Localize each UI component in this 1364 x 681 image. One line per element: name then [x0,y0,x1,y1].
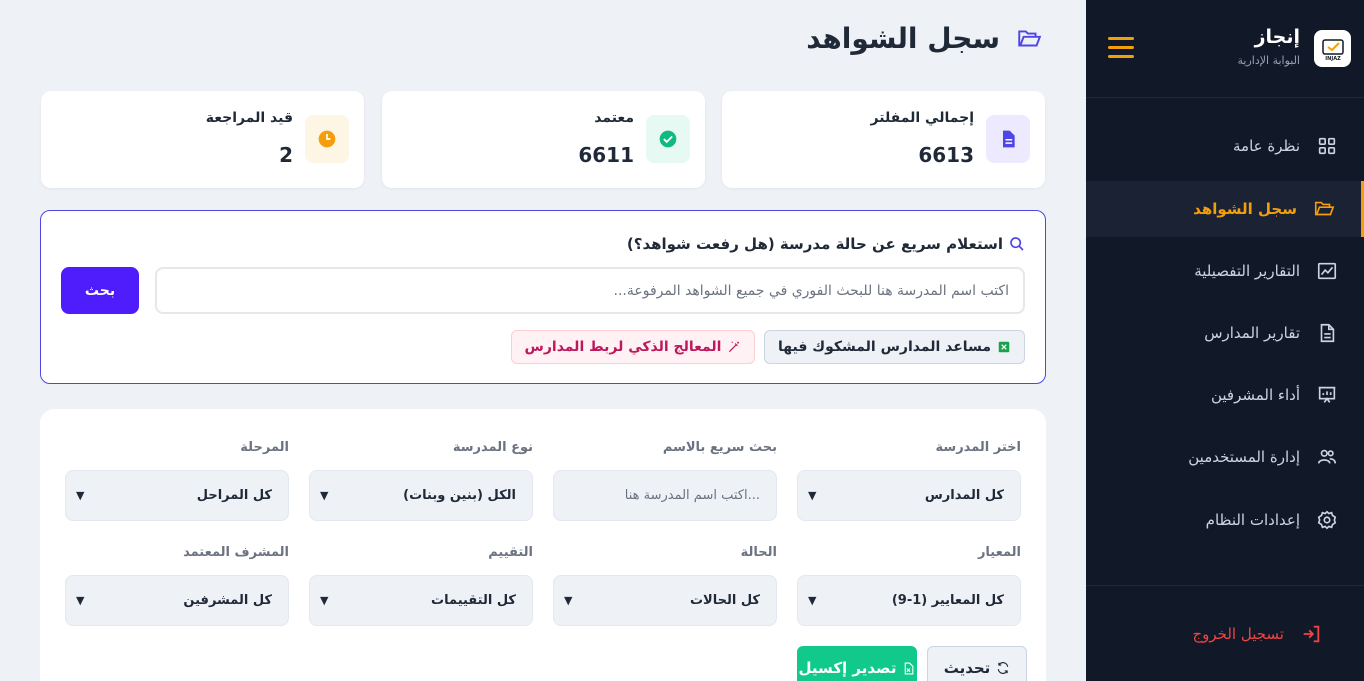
stat-label: قيد المراجعة [205,110,293,126]
gear-icon [1317,510,1337,530]
school-filter-label: اختر المدرسة [935,440,1021,455]
smart-linker-button[interactable]: المعالج الذكي لربط المدارس [511,330,755,364]
refresh-button[interactable]: تحديث [927,646,1027,681]
excel-icon [998,341,1010,353]
select-value: الكل (بنين وبنات) [403,488,516,503]
sidebar-item-school-reports[interactable]: تقارير المدارس [1086,305,1364,361]
school-search-input[interactable] [155,267,1025,314]
quick-query-title-text: استعلام سريع عن حالة مدرسة (هل رفعت شواه… [626,235,1003,253]
logout-button[interactable]: تسجيل الخروج [1086,585,1364,681]
select-value: كل المراحل [196,488,272,503]
school-type-label: نوع المدرسة [452,440,533,455]
chevron-down-icon: ▼ [564,594,573,607]
stat-value: 2 [279,143,293,167]
select-value: كل المعايير (1-9) [891,593,1004,608]
grid-icon [1318,137,1336,155]
svg-text:INJAZ: INJAZ [1325,56,1341,62]
brand: INJAZ إنجاز البوابة الإدارية [1086,0,1364,98]
sidebar-item-users-management[interactable]: إدارة المستخدمين [1086,429,1364,485]
brand-logo: INJAZ [1314,30,1351,67]
sidebar-item-supervisors-performance[interactable]: أداء المشرفين [1086,367,1364,423]
status-label: الحالة [740,545,777,560]
stat-value: 6611 [578,143,634,167]
file-icon [986,115,1030,163]
search-icon [1010,237,1024,251]
sidebar-item-system-settings[interactable]: إعدادات النظام [1086,492,1364,548]
select-value: كل المشرفين [183,593,272,608]
folder-open-icon [1018,29,1042,46]
sidebar-item-detailed-reports[interactable]: التقارير التفصيلية [1086,243,1364,299]
chart-line-icon [1317,262,1337,280]
chip-label: مساعد المدارس المشكوك فيها [778,339,991,355]
menu-toggle-icon[interactable] [1108,37,1136,59]
chevron-down-icon: ▼ [76,594,85,607]
brand-subtitle: البوابة الإدارية [1237,54,1300,67]
select-value: كل التقييمات [431,593,516,608]
brand-title: إنجاز [1254,26,1300,48]
stage-select[interactable]: ▼ كل المراحل [65,470,289,521]
chevron-down-icon: ▼ [320,594,329,607]
logout-icon [1303,625,1320,642]
stat-label: معتمد [594,110,634,126]
chevron-down-icon: ▼ [808,594,817,607]
sidebar-item-label: إعدادات النظام [1205,511,1300,529]
stat-label: إجمالي المفلتر [870,110,974,126]
sidebar-item-label: تقارير المدارس [1204,324,1300,342]
file-text-icon [1320,323,1335,343]
file-excel-icon [905,662,914,674]
sidebar-item-evidence-log[interactable]: سجل الشواهد [1086,181,1364,237]
button-label: تحديث [943,659,991,677]
school-type-select[interactable]: ▼ الكل (بنين وبنات) [309,470,533,521]
select-value: كل الحالات [689,593,760,608]
sidebar-item-overview[interactable]: نظرة عامة [1086,118,1364,174]
magic-wand-icon [729,341,740,353]
chip-label: المعالج الذكي لربط المدارس [524,339,722,355]
button-label: تصدير إكسيل [798,659,897,677]
status-select[interactable]: ▼ كل الحالات [553,575,777,626]
quick-query-panel: استعلام سريع عن حالة مدرسة (هل رفعت شواه… [40,210,1046,384]
criterion-label: المعيار [977,545,1021,560]
criterion-select[interactable]: ▼ كل المعايير (1-9) [797,575,1021,626]
sidebar-item-label: أداء المشرفين [1210,386,1300,404]
page-title: سجل الشواهد [806,22,1044,55]
stat-value: 6613 [918,143,974,167]
logo-icon: INJAZ [1321,38,1344,62]
stat-card-total-filtered: إجمالي المفلتر 6613 [722,91,1045,188]
clock-icon [305,115,349,163]
search-button[interactable]: بحث [61,267,139,314]
quick-query-title: استعلام سريع عن حالة مدرسة (هل رفعت شواه… [627,235,1025,253]
stage-label: المرحلة [240,440,289,455]
name-search-label: بحث سريع بالاسم [662,440,777,455]
refresh-icon [998,662,1009,674]
logout-label: تسجيل الخروج [1192,624,1284,643]
rating-label: التقييم [488,545,533,560]
sidebar: INJAZ إنجاز البوابة الإدارية نظرة عامة س… [1086,0,1364,681]
presentation-icon [1318,386,1336,403]
page-title-text: سجل الشواهد [806,22,1000,55]
suspect-schools-helper-button[interactable]: مساعد المدارس المشكوك فيها [764,330,1025,364]
school-select[interactable]: ▼ كل المدارس [797,470,1021,521]
select-value: كل المدارس [924,488,1004,503]
chevron-down-icon: ▼ [808,489,817,502]
school-name-search-field[interactable]: اكتب اسم المدرسة هنا... [553,470,777,521]
supervisor-select[interactable]: ▼ كل المشرفين [65,575,289,626]
rating-select[interactable]: ▼ كل التقييمات [309,575,533,626]
sidebar-item-label: التقارير التفصيلية [1194,262,1300,280]
chevron-down-icon: ▼ [320,489,329,502]
users-icon [1317,449,1337,464]
field-placeholder: اكتب اسم المدرسة هنا... [624,488,760,503]
filters-panel: اختر المدرسة بحث سريع بالاسم نوع المدرسة… [40,409,1046,681]
chevron-down-icon: ▼ [76,489,85,502]
supervisor-label: المشرف المعتمد [183,545,289,560]
sidebar-item-label: سجل الشواهد [1193,200,1297,218]
check-circle-icon [646,115,690,163]
stat-card-approved: معتمد 6611 [382,91,705,188]
sidebar-item-label: إدارة المستخدمين [1188,448,1300,466]
sidebar-item-label: نظرة عامة [1233,137,1300,155]
export-excel-button[interactable]: تصدير إكسيل [797,646,917,681]
stat-card-under-review: قيد المراجعة 2 [41,91,364,188]
folder-open-icon [1314,201,1335,216]
